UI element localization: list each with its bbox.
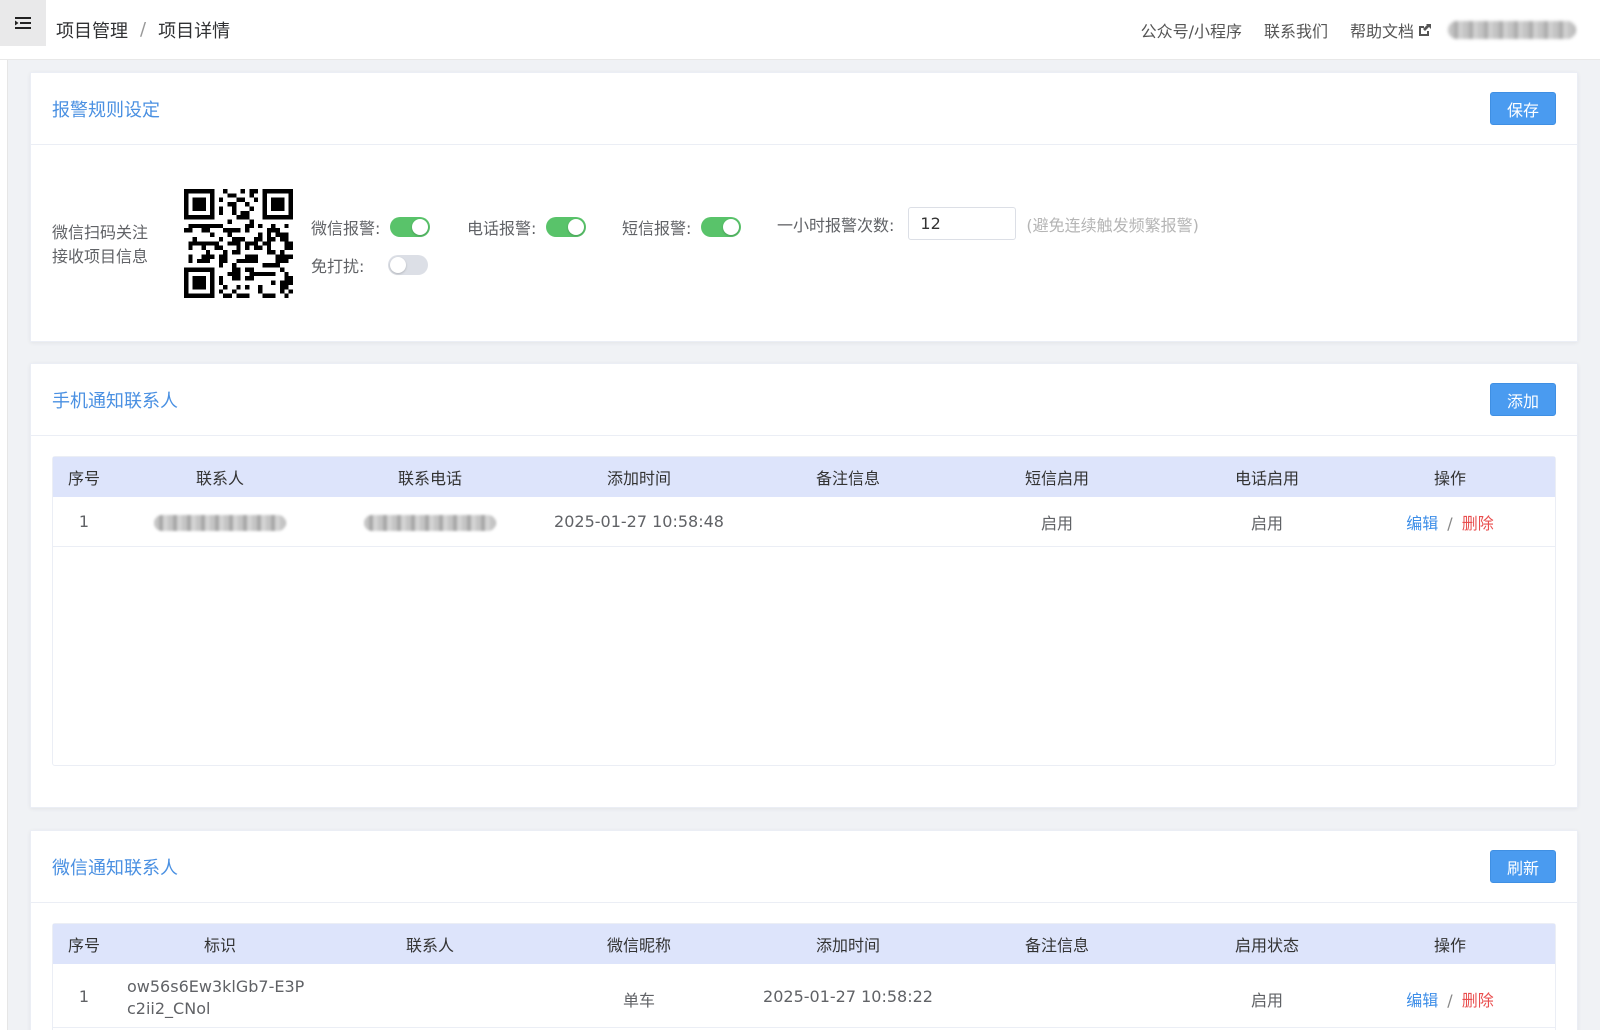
- row-contact-redacted: [115, 512, 325, 531]
- sms-alarm-label: 短信报警:: [622, 219, 692, 238]
- qr-caption-line1: 微信扫码关注: [52, 223, 149, 242]
- edit-link[interactable]: 编辑: [1406, 514, 1438, 533]
- save-button[interactable]: 保存: [1489, 92, 1556, 125]
- col-note: 备注信息: [815, 469, 880, 488]
- dnd-label: 免打扰:: [311, 257, 365, 276]
- edit-link[interactable]: 编辑: [1406, 991, 1438, 1010]
- sms-alarm-switch[interactable]: [701, 217, 742, 237]
- breadcrumb-separator: /: [140, 19, 147, 40]
- add-contact-button[interactable]: 添加: [1489, 383, 1556, 416]
- sms-alarm-field: 短信报警:: [622, 215, 742, 239]
- table-row: 1 2025-01-27 10:58:48 启用 启用 编辑 / 删除: [53, 497, 1555, 547]
- col-actions: 操作: [1433, 469, 1466, 488]
- table-header: 序号 联系人 联系电话 添加时间 备注信息 短信启用 电话启用 操作: [53, 457, 1555, 497]
- col-status: 启用状态: [1234, 936, 1299, 955]
- external-link-icon: [1419, 23, 1431, 36]
- col-wechat-nickname: 微信昵称: [606, 936, 671, 955]
- redacted-phone-number: [364, 514, 496, 531]
- col-contact: 联系人: [405, 936, 454, 955]
- menu-fold-icon: [15, 17, 31, 29]
- col-index: 序号: [67, 469, 100, 488]
- row-identifier: ow56s6Ew3klGb7-E3P c2ii2_CNol: [115, 976, 325, 1020]
- phone-alarm-field: 电话报警:: [467, 215, 587, 239]
- row-added-time: 2025-01-27 10:58:22: [763, 987, 933, 1006]
- wechat-alarm-switch[interactable]: [390, 217, 431, 237]
- table-row: 1 ow56s6Ew3klGb7-E3P c2ii2_CNol 单车 2025-…: [53, 964, 1555, 1028]
- wechat-alarm-field: 微信报警:: [311, 215, 431, 239]
- top-bar: 项目管理 / 项目详情 公众号/小程序 联系我们 帮助文档: [0, 0, 1600, 60]
- row-identifier-line1: ow56s6Ew3klGb7-E3P: [127, 977, 305, 996]
- col-note: 备注信息: [1024, 936, 1089, 955]
- header-links: 公众号/小程序 联系我们 帮助文档: [1119, 18, 1576, 42]
- wechat-alarm-label: 微信报警:: [311, 219, 381, 238]
- contact-us-link[interactable]: 联系我们: [1264, 18, 1328, 42]
- col-index: 序号: [67, 936, 100, 955]
- hourly-alarm-label: 一小时报警次数:: [777, 215, 895, 235]
- alarm-rule-title: 报警规则设定: [52, 99, 160, 121]
- col-actions: 操作: [1433, 936, 1466, 955]
- col-added-time: 添加时间: [606, 469, 671, 488]
- user-account-redacted[interactable]: [1448, 20, 1576, 39]
- phone-contacts-header: 手机通知联系人 添加: [31, 364, 1577, 436]
- phone-contacts-card: 手机通知联系人 添加 序号 联系人 联系电话 添加时间 备注信息 短信启用 电话…: [30, 363, 1578, 808]
- refresh-button[interactable]: 刷新: [1489, 850, 1556, 883]
- row-note: [953, 976, 1161, 987]
- phone-alarm-label: 电话报警:: [467, 219, 537, 238]
- alarm-rule-header: 报警规则设定 保存: [31, 73, 1577, 145]
- action-separator: /: [1447, 513, 1453, 533]
- menu-toggle-button[interactable]: [0, 0, 46, 46]
- row-index: 1: [78, 512, 90, 531]
- hourly-alarm-input[interactable]: [908, 207, 1017, 240]
- col-phone-enabled: 电话启用: [1234, 469, 1299, 488]
- qr-caption-line2: 接收项目信息: [52, 247, 149, 266]
- breadcrumb-project-management[interactable]: 项目管理: [56, 17, 128, 43]
- help-docs-label: 帮助文档: [1349, 21, 1414, 41]
- phone-contacts-table: 序号 联系人 联系电话 添加时间 备注信息 短信启用 电话启用 操作 1 202…: [52, 456, 1556, 766]
- hourly-alarm-hint: (避免连续触发频繁报警): [1026, 215, 1199, 235]
- table-header: 序号 标识 联系人 微信昵称 添加时间 备注信息 启用状态 操作: [53, 924, 1555, 964]
- breadcrumb-project-detail: 项目详情: [158, 20, 231, 42]
- wechat-contacts-header: 微信通知联系人 刷新: [31, 831, 1577, 903]
- breadcrumb: 项目管理 / 项目详情: [56, 17, 230, 43]
- row-identifier-line2: c2ii2_CNol: [127, 999, 211, 1018]
- phone-contacts-title: 手机通知联系人: [52, 390, 178, 412]
- wechat-contacts-title: 微信通知联系人: [52, 857, 178, 879]
- row-actions: 编辑 / 删除: [1373, 976, 1527, 1011]
- wechat-contacts-table: 序号 标识 联系人 微信昵称 添加时间 备注信息 启用状态 操作 1 ow56s…: [52, 923, 1556, 1030]
- qr-code: [184, 189, 293, 298]
- action-separator: /: [1447, 991, 1453, 1010]
- col-contact: 联系人: [195, 469, 244, 488]
- wechat-contacts-card: 微信通知联系人 刷新 序号 标识 联系人 微信昵称 添加时间 备注信息 启用状态…: [30, 830, 1578, 1030]
- row-index: 1: [78, 987, 90, 1006]
- redacted-contact-name: [154, 514, 286, 531]
- alarm-rule-body: 微信扫码关注 接收项目信息 微信报警: 电话报警: 短信报警: 一小时报警次数:…: [31, 145, 1577, 341]
- row-nickname: 单车: [622, 991, 655, 1010]
- dnd-switch[interactable]: [388, 255, 429, 275]
- row-phone-redacted: [325, 512, 535, 531]
- col-phone: 联系电话: [397, 469, 462, 488]
- row-contact: [325, 976, 535, 987]
- col-sms-enabled: 短信启用: [1024, 469, 1089, 488]
- col-added-time: 添加时间: [815, 936, 880, 955]
- row-status: 启用: [1250, 991, 1283, 1010]
- dnd-field: 免打扰:: [311, 253, 429, 277]
- hourly-alarm-field: 一小时报警次数: (避免连续触发频繁报警): [777, 207, 1199, 240]
- alarm-rule-card: 报警规则设定 保存 微信扫码关注 接收项目信息 微信报警: 电话报警: 短信报警…: [30, 72, 1578, 342]
- row-added-time: 2025-01-27 10:58:48: [554, 512, 724, 531]
- official-account-link[interactable]: 公众号/小程序: [1141, 18, 1242, 42]
- sidebar-edge: [0, 60, 8, 1030]
- col-identifier: 标识: [203, 936, 236, 955]
- help-docs-link[interactable]: 帮助文档: [1350, 18, 1432, 42]
- qr-caption: 微信扫码关注 接收项目信息: [52, 221, 148, 269]
- delete-link[interactable]: 删除: [1462, 991, 1494, 1010]
- row-phone-enabled: 启用: [1250, 513, 1283, 533]
- row-actions: 编辑 / 删除: [1373, 510, 1527, 534]
- phone-alarm-switch[interactable]: [546, 217, 587, 237]
- row-sms-enabled: 启用: [1040, 513, 1073, 533]
- delete-link[interactable]: 删除: [1462, 514, 1494, 533]
